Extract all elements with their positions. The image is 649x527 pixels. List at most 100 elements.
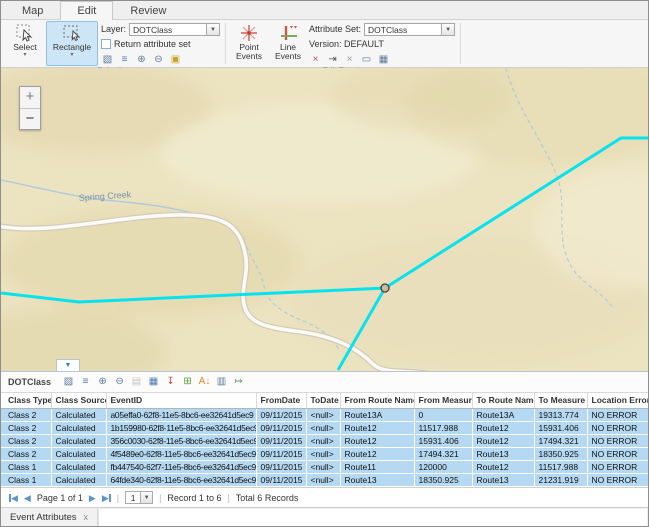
- column-header[interactable]: EventID: [106, 393, 256, 409]
- table-cell[interactable]: 0: [414, 409, 472, 422]
- table-cell[interactable]: Route13A: [340, 409, 414, 422]
- previous-page-button[interactable]: ◀: [24, 493, 31, 503]
- zoom-in-button[interactable]: +: [20, 87, 40, 108]
- table-cell[interactable]: 09/11/2015: [256, 474, 306, 487]
- select-dropdown-caret-icon[interactable]: ▾: [23, 52, 26, 58]
- table-row[interactable]: Class 2Calculateda05effa0-62f8-11e5-8bc6…: [1, 409, 649, 422]
- rectangle-button[interactable]: Rectangle ▾: [46, 21, 98, 66]
- table-cell[interactable]: NO ERROR: [587, 448, 649, 461]
- first-page-button[interactable]: ◀: [9, 493, 18, 503]
- rectangle-dropdown-caret-icon[interactable]: ▾: [70, 52, 73, 58]
- table-cell[interactable]: Route13A: [472, 409, 534, 422]
- table-cell[interactable]: 11517.988: [534, 461, 587, 474]
- table-cell[interactable]: Calculated: [51, 422, 106, 435]
- event-window-icon[interactable]: ▭: [360, 53, 373, 66]
- attribute-set-dropdown-icon[interactable]: ▼: [442, 23, 455, 36]
- next-page-button[interactable]: ▶: [89, 493, 96, 503]
- table-cell[interactable]: <null>: [306, 448, 340, 461]
- zoom-out-button[interactable]: −: [20, 108, 40, 129]
- table-cell[interactable]: Route12: [472, 461, 534, 474]
- table-cell[interactable]: Class 2: [1, 409, 51, 422]
- select-by-rectangle-icon[interactable]: ▧: [101, 53, 114, 66]
- close-tab-icon[interactable]: x: [84, 512, 89, 522]
- split-event-icon[interactable]: ×: [343, 53, 356, 66]
- table-cell[interactable]: 09/11/2015: [256, 422, 306, 435]
- table-cell[interactable]: Class 1: [1, 474, 51, 487]
- page-number-value[interactable]: 1: [125, 491, 141, 504]
- column-header[interactable]: ToDate: [306, 393, 340, 409]
- pan-to-selection-icon[interactable]: ⊖: [113, 375, 126, 388]
- tab-map[interactable]: Map: [5, 1, 60, 19]
- column-header[interactable]: Location Error: [587, 393, 649, 409]
- tab-edit[interactable]: Edit: [60, 1, 113, 20]
- column-header[interactable]: FromDate: [256, 393, 306, 409]
- layer-select-dropdown-icon[interactable]: ▼: [207, 23, 220, 36]
- table-cell[interactable]: 09/11/2015: [256, 461, 306, 474]
- table-cell[interactable]: <null>: [306, 422, 340, 435]
- event-table-window-icon[interactable]: ▦: [377, 53, 390, 66]
- offset-event-icon[interactable]: ⇥: [326, 53, 339, 66]
- table-cell[interactable]: 15931.406: [414, 435, 472, 448]
- table-cell[interactable]: NO ERROR: [587, 474, 649, 487]
- table-cell[interactable]: 18350.925: [534, 448, 587, 461]
- column-header[interactable]: Class Source: [51, 393, 106, 409]
- column-header[interactable]: From Measure: [414, 393, 472, 409]
- table-row[interactable]: Class 1Calculated64fde340-62f8-11e5-8bc6…: [1, 474, 649, 487]
- table-cell[interactable]: Route12: [340, 422, 414, 435]
- return-attribute-set-checkbox[interactable]: [101, 39, 111, 49]
- column-header[interactable]: From Route Name: [340, 393, 414, 409]
- table-cell[interactable]: Calculated: [51, 448, 106, 461]
- clear-selection-icon[interactable]: ▣: [169, 53, 182, 66]
- table-cell[interactable]: 4f5489e0-62f8-11e5-8bc6-ee32641d5ec9: [106, 448, 256, 461]
- attribute-set-select[interactable]: DOTClass ▼: [364, 23, 455, 36]
- table-cell[interactable]: Route12: [340, 435, 414, 448]
- select-features-icon[interactable]: ▧: [62, 375, 75, 388]
- selection-list-icon[interactable]: ≡: [118, 53, 131, 66]
- attribute-set-select-value[interactable]: DOTClass: [364, 23, 442, 36]
- zoom-to-selection-icon[interactable]: ⊕: [135, 53, 148, 66]
- tab-event-attributes[interactable]: Event Attributes x: [1, 508, 98, 526]
- table-cell[interactable]: NO ERROR: [587, 461, 649, 474]
- table-cell[interactable]: Class 2: [1, 448, 51, 461]
- table-cell[interactable]: Class 1: [1, 461, 51, 474]
- line-events-button[interactable]: Line Events: [270, 21, 306, 66]
- table-cell[interactable]: Route13: [340, 474, 414, 487]
- table-cell[interactable]: 09/11/2015: [256, 435, 306, 448]
- panel-collapse-button[interactable]: ▼: [56, 359, 80, 371]
- table-cell[interactable]: 11517.988: [414, 422, 472, 435]
- table-cell[interactable]: 1b159980-62f8-11e5-8bc6-ee32641d5ec9: [106, 422, 256, 435]
- pan-to-selection-icon[interactable]: ⊖: [152, 53, 165, 66]
- column-header[interactable]: To Route Name: [472, 393, 534, 409]
- layer-select-value[interactable]: DOTClass: [129, 23, 207, 36]
- table-cell[interactable]: Route13: [472, 448, 534, 461]
- page-number-dropdown[interactable]: 1 ▼: [125, 491, 153, 504]
- zoom-to-selection-icon[interactable]: ⊕: [96, 375, 109, 388]
- last-page-button[interactable]: ▶: [102, 493, 111, 503]
- delete-event-icon[interactable]: ×: [309, 53, 322, 66]
- add-records-icon[interactable]: ⊞: [181, 375, 194, 388]
- table-cell[interactable]: a05effa0-62f8-11e5-8bc6-ee32641d5ec9: [106, 409, 256, 422]
- table-cell[interactable]: 19313.774: [534, 409, 587, 422]
- table-cell[interactable]: 09/11/2015: [256, 409, 306, 422]
- table-cell[interactable]: Class 2: [1, 422, 51, 435]
- table-cell[interactable]: <null>: [306, 474, 340, 487]
- table-cell[interactable]: NO ERROR: [587, 422, 649, 435]
- attribute-window-icon[interactable]: ▥: [215, 375, 228, 388]
- selection-menu-icon[interactable]: ≡: [79, 375, 92, 388]
- table-cell[interactable]: <null>: [306, 409, 340, 422]
- table-row[interactable]: Class 1Calculatedfb447540-62f7-11e5-8bc6…: [1, 461, 649, 474]
- table-cell[interactable]: 17494.321: [414, 448, 472, 461]
- table-cell[interactable]: 356c0030-62f8-11e5-8bc6-ee32641d5ec9: [106, 435, 256, 448]
- table-row[interactable]: Class 2Calculated356c0030-62f8-11e5-8bc6…: [1, 435, 649, 448]
- table-row[interactable]: Class 2Calculated4f5489e0-62f8-11e5-8bc6…: [1, 448, 649, 461]
- table-cell[interactable]: NO ERROR: [587, 435, 649, 448]
- table-cell[interactable]: 21231.919: [534, 474, 587, 487]
- table-cell[interactable]: 64fde340-62f8-11e5-8bc6-ee32641d5ec9: [106, 474, 256, 487]
- table-cell[interactable]: Calculated: [51, 474, 106, 487]
- measure-range-icon[interactable]: ↦: [232, 375, 245, 388]
- table-cell[interactable]: 18350.925: [414, 474, 472, 487]
- table-cell[interactable]: NO ERROR: [587, 409, 649, 422]
- table-row[interactable]: Class 2Calculated1b159980-62f8-11e5-8bc6…: [1, 422, 649, 435]
- table-cell[interactable]: <null>: [306, 435, 340, 448]
- switch-selection-icon[interactable]: ▦: [147, 375, 160, 388]
